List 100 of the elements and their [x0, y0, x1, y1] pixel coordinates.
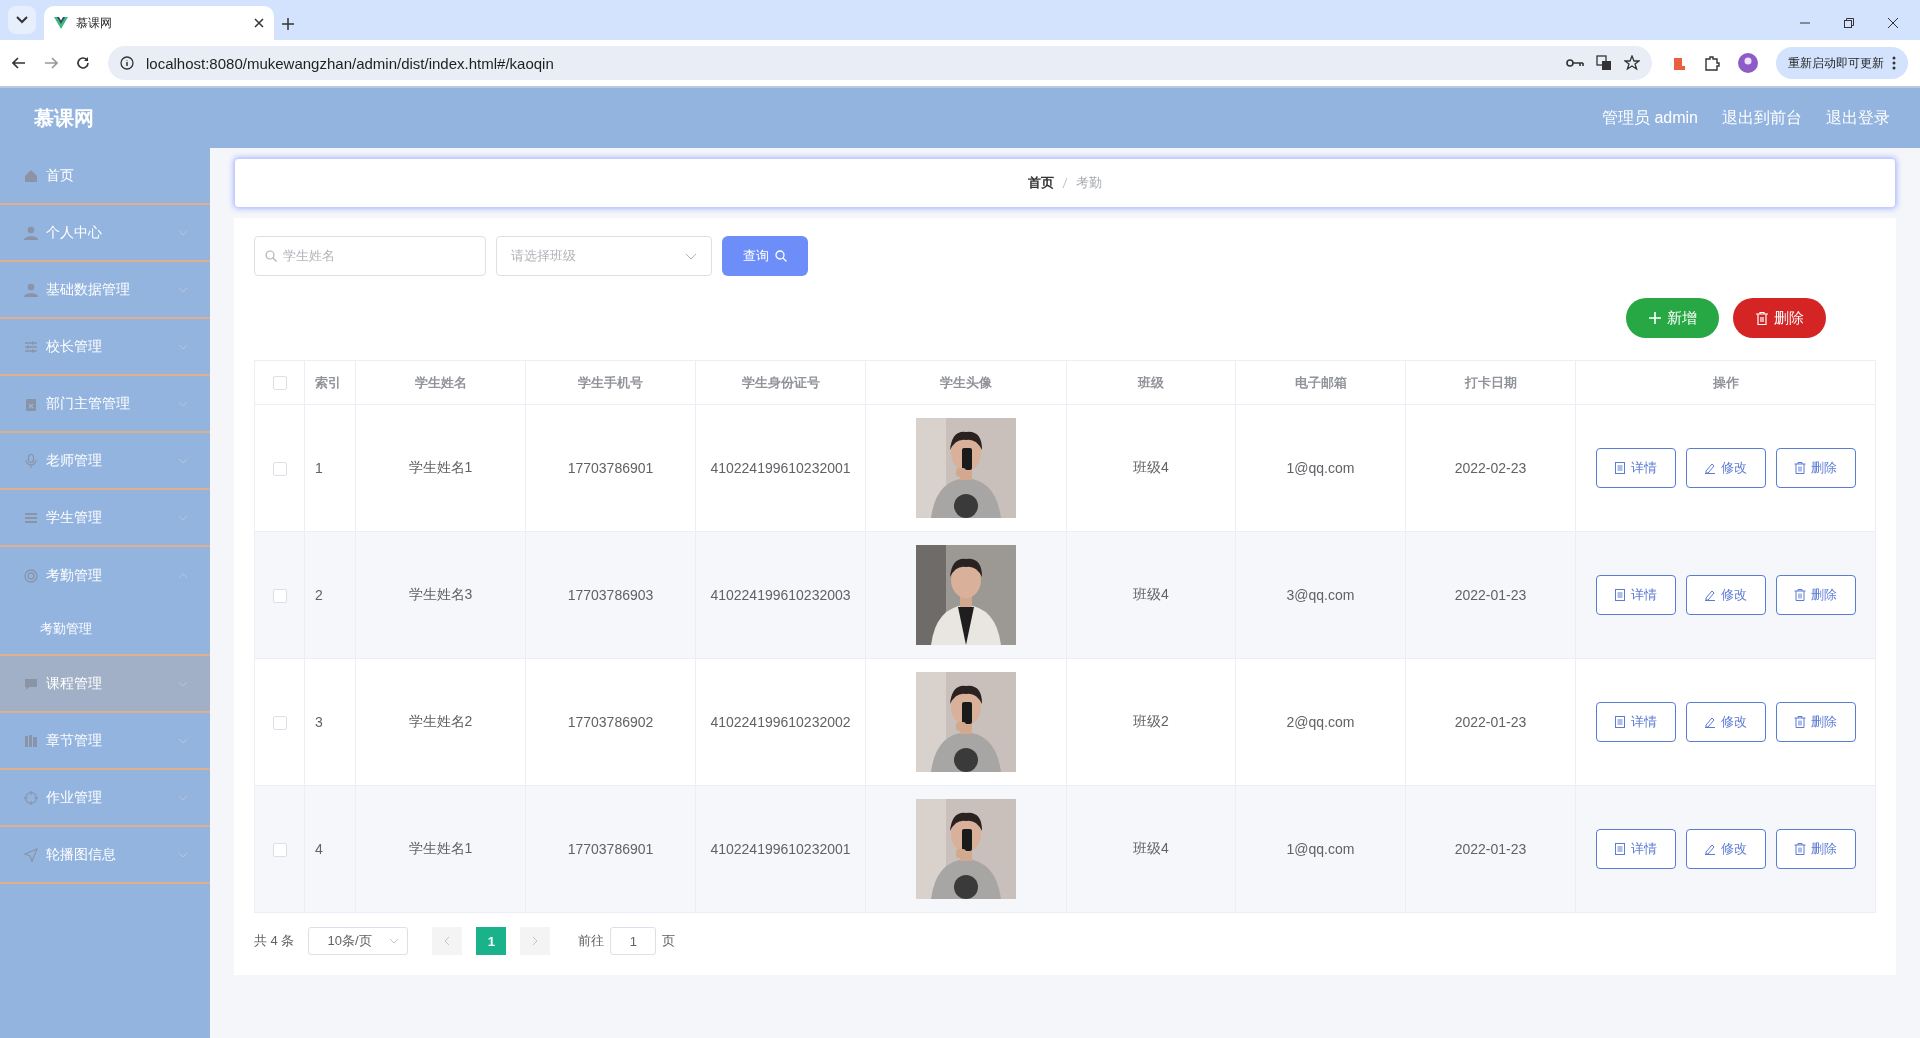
- details-button[interactable]: 详情: [1595, 702, 1676, 742]
- add-button[interactable]: 新增: [1626, 298, 1719, 338]
- user-label: 管理员 admin: [1601, 107, 1698, 128]
- page-number[interactable]: 1: [476, 927, 507, 955]
- table-cell: 学生姓名2: [408, 713, 473, 729]
- url-text: localhost:8080/mukewangzhan/admin/dist/index.html#/kaoqin: [146, 54, 555, 72]
- sidebar-item[interactable]: 个人中心: [0, 205, 210, 262]
- lifebuoy-icon: [24, 568, 38, 583]
- forward-icon[interactable]: [44, 57, 58, 69]
- books-icon: [24, 733, 38, 748]
- table-cell: 17703786901: [567, 460, 654, 476]
- table-cell: 班级4: [1133, 459, 1169, 475]
- trash-icon: [1794, 589, 1806, 601]
- reload-icon[interactable]: [76, 56, 90, 70]
- edit-button[interactable]: 修改: [1685, 829, 1766, 869]
- sidebar-item[interactable]: 基础数据管理: [0, 262, 210, 319]
- table-cell: 2022-01-23: [1454, 587, 1527, 603]
- close-icon[interactable]: [1888, 18, 1898, 28]
- delete-button[interactable]: 删除: [1775, 575, 1856, 615]
- restore-icon[interactable]: [1844, 18, 1854, 28]
- details-button[interactable]: 详情: [1595, 448, 1676, 488]
- chevron-down-icon: [389, 938, 400, 944]
- chevron-down-icon: [178, 514, 188, 521]
- table-cell: 17703786902: [567, 714, 654, 730]
- address-bar[interactable]: localhost:8080/mukewangzhan/admin/dist/index.html#/kaoqin: [108, 46, 1652, 80]
- sidebar-item[interactable]: 章节管理: [0, 713, 210, 770]
- avatar-icon[interactable]: [1738, 53, 1758, 73]
- update-button[interactable]: 重新启动即可更新: [1776, 47, 1908, 79]
- chat-icon: [24, 676, 38, 691]
- table-cell: 2@qq.com: [1286, 714, 1355, 730]
- table-cell: 17703786903: [567, 587, 654, 603]
- sidebar-item[interactable]: 考勤管理: [0, 547, 210, 604]
- total-count: 共 4 条: [254, 932, 295, 950]
- pen-icon: [1704, 716, 1716, 728]
- table-cell: 410224199610232001: [710, 460, 851, 476]
- table-cell: 410224199610232003: [710, 587, 851, 603]
- row-checkbox[interactable]: [272, 462, 287, 477]
- search-field[interactable]: 学生姓名: [254, 236, 486, 276]
- chevron-up-icon: [178, 572, 188, 579]
- column-header: 电子邮箱: [1235, 360, 1406, 405]
- table-cell: 1@qq.com: [1286, 841, 1355, 857]
- page-input[interactable]: 1: [610, 927, 657, 955]
- sidebar-item[interactable]: 校长管理: [0, 319, 210, 376]
- page-size-select[interactable]: 10条/页: [308, 927, 409, 955]
- document-icon: [1614, 462, 1626, 474]
- breadcrumb-item[interactable]: 首页: [1028, 174, 1054, 192]
- sidebar-item[interactable]: 老师管理: [0, 433, 210, 490]
- key-icon[interactable]: [1566, 58, 1584, 68]
- details-button[interactable]: 详情: [1595, 575, 1676, 615]
- query-button[interactable]: 查询: [722, 236, 808, 276]
- table-cell: 班级4: [1133, 586, 1169, 602]
- browser-tab[interactable]: 慕课网: [44, 6, 274, 40]
- chevron-down-icon: [178, 457, 188, 464]
- trash-icon: [1755, 311, 1768, 325]
- row-checkbox[interactable]: [272, 843, 287, 858]
- back-icon[interactable]: [12, 57, 26, 69]
- chevron-down-icon: [178, 343, 188, 350]
- slash-icon: [1062, 177, 1068, 189]
- column-header: 学生手机号: [525, 360, 696, 405]
- column-header: 学生姓名: [355, 360, 526, 405]
- edit-button[interactable]: 修改: [1685, 448, 1766, 488]
- sidebar-item[interactable]: 学生管理: [0, 490, 210, 547]
- v-logo-icon: [54, 17, 68, 29]
- sidebar-item[interactable]: 作业管理: [0, 770, 210, 827]
- sidebar-item[interactable]: 部门主管管理: [0, 376, 210, 433]
- new-tab-icon[interactable]: [282, 18, 294, 30]
- row-checkbox[interactable]: [272, 589, 287, 604]
- table-cell: 410224199610232002: [710, 714, 851, 730]
- puzzle-icon[interactable]: [1704, 55, 1720, 71]
- column-header: 操作: [1575, 360, 1876, 405]
- class-select[interactable]: 请选择班级: [496, 236, 712, 276]
- sidebar-item[interactable]: 首页: [0, 148, 210, 205]
- chevron-down-icon: [685, 252, 697, 260]
- sidebar-item[interactable]: 课程管理: [0, 656, 210, 713]
- chevron-down-icon: [178, 400, 188, 407]
- row-checkbox[interactable]: [272, 716, 287, 731]
- table-cell: 班级4: [1133, 840, 1169, 856]
- dropdown-icon[interactable]: [16, 16, 28, 24]
- table-cell: 学生姓名1: [408, 840, 473, 856]
- column-header: 学生头像: [865, 360, 1067, 405]
- translate-icon[interactable]: [1596, 55, 1612, 71]
- delete-button[interactable]: 删除: [1733, 298, 1826, 338]
- table-cell: 1: [315, 460, 323, 476]
- details-button[interactable]: 详情: [1595, 829, 1676, 869]
- edit-button[interactable]: 修改: [1685, 575, 1766, 615]
- edit-button[interactable]: 修改: [1685, 702, 1766, 742]
- select-all-checkbox[interactable]: [272, 376, 287, 391]
- delete-button[interactable]: 删除: [1775, 829, 1856, 869]
- header-link[interactable]: 退出登录: [1826, 107, 1890, 129]
- header-link[interactable]: 退出到前台: [1722, 107, 1802, 129]
- delete-button[interactable]: 删除: [1775, 702, 1856, 742]
- table-cell: 学生姓名3: [408, 586, 473, 602]
- info-icon: [120, 56, 134, 70]
- star-icon[interactable]: [1624, 55, 1640, 71]
- sidebar-item[interactable]: 轮播图信息: [0, 827, 210, 884]
- clipboard-icon: [24, 396, 38, 411]
- list-icon: [24, 510, 38, 525]
- delete-button[interactable]: 删除: [1775, 448, 1856, 488]
- close-icon[interactable]: [254, 18, 264, 28]
- table-cell: 410224199610232001: [710, 841, 851, 857]
